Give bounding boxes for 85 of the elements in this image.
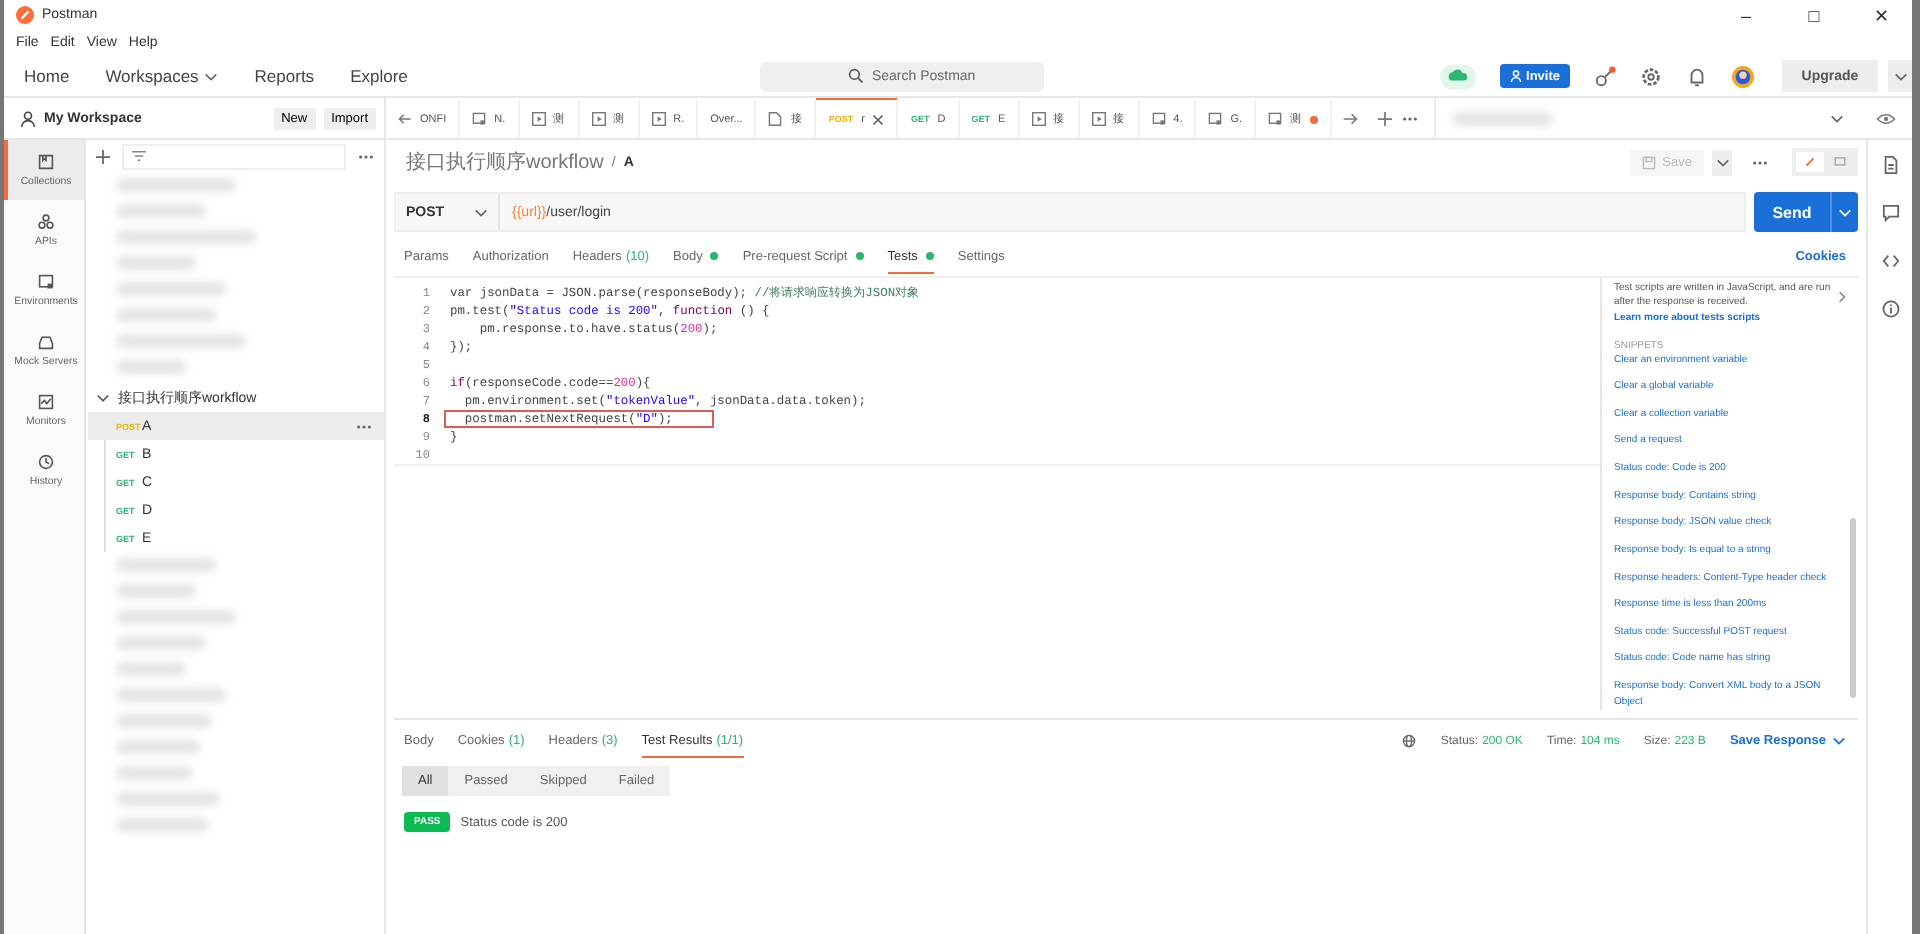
chevron-down-icon xyxy=(1838,207,1852,217)
filter-field[interactable] xyxy=(122,143,346,169)
unsaved-dot xyxy=(1310,115,1319,123)
nodes-icon xyxy=(38,213,54,229)
globe-icon xyxy=(1402,734,1417,748)
postman-logo-icon xyxy=(16,6,34,24)
play-icon xyxy=(531,112,546,126)
maximize-button[interactable]: □ xyxy=(1784,5,1844,25)
blurred-item xyxy=(116,308,216,322)
folder-icon xyxy=(38,153,54,169)
blurred-item xyxy=(116,334,246,348)
play-icon xyxy=(591,112,606,126)
more-icon[interactable] xyxy=(356,423,372,429)
more-icon[interactable] xyxy=(1752,159,1768,165)
blurred-item xyxy=(116,178,236,192)
monitor-icon xyxy=(1151,112,1166,126)
blurred-item xyxy=(116,282,226,296)
play-icon xyxy=(1091,112,1106,126)
person-icon xyxy=(1510,70,1523,82)
blurred-item xyxy=(116,256,196,270)
info-icon[interactable] xyxy=(1881,300,1899,318)
nav-link[interactable]: Reports xyxy=(254,66,315,86)
save-menu-button[interactable] xyxy=(1712,149,1732,175)
blurred-item xyxy=(116,636,206,650)
search-icon xyxy=(847,68,864,84)
blurred-item xyxy=(1452,111,1553,125)
blurred-item xyxy=(116,688,226,702)
code-icon[interactable] xyxy=(1881,252,1899,270)
satellite-icon[interactable] xyxy=(1594,65,1616,87)
avatar-icon[interactable] xyxy=(1732,65,1754,87)
send-button[interactable]: Send xyxy=(1754,192,1830,232)
upgrade-menu-button[interactable] xyxy=(1888,60,1912,92)
document-icon[interactable] xyxy=(1881,156,1899,174)
play-icon xyxy=(1031,112,1046,126)
breadcrumb-link[interactable]: 接口执行顺序workflow xyxy=(406,148,604,176)
blurred-item xyxy=(116,558,216,572)
save-icon xyxy=(1642,155,1657,169)
blurred-item xyxy=(116,230,256,244)
blurred-item xyxy=(116,818,208,832)
server-icon xyxy=(38,333,54,349)
monitor-icon xyxy=(1208,112,1223,126)
blurred-item xyxy=(116,714,212,728)
person-icon xyxy=(20,109,36,127)
chevron-down-icon xyxy=(474,207,488,217)
chart-icon xyxy=(38,393,54,409)
blurred-item xyxy=(116,792,220,806)
nav-link[interactable]: Explore xyxy=(350,66,408,86)
blurred-item xyxy=(116,204,206,218)
history-icon xyxy=(38,453,54,469)
arrow-right-icon[interactable] xyxy=(1342,111,1359,125)
scrollbar[interactable] xyxy=(1850,518,1856,698)
close-button[interactable]: ✕ xyxy=(1852,5,1912,25)
close-icon[interactable] xyxy=(872,113,885,125)
chevron-down-icon xyxy=(1715,157,1729,167)
blurred-item xyxy=(116,740,200,754)
monitor-icon xyxy=(472,112,487,126)
chevron-right-icon[interactable] xyxy=(1838,290,1846,304)
more-icon[interactable] xyxy=(1402,115,1419,121)
settings-icon[interactable] xyxy=(1640,65,1662,87)
add-tab-icon[interactable] xyxy=(1378,111,1393,125)
chevron-down-icon xyxy=(1893,71,1907,81)
eye-icon[interactable] xyxy=(1876,111,1896,125)
play-icon xyxy=(651,112,666,126)
filter-icon xyxy=(132,150,146,162)
monitor-icon xyxy=(38,273,54,289)
more-icon[interactable] xyxy=(358,153,374,159)
blurred-item xyxy=(116,360,186,374)
add-icon[interactable] xyxy=(96,149,110,163)
nav-link[interactable]: Home xyxy=(24,66,70,86)
nav-link[interactable]: Workspaces xyxy=(105,66,219,86)
blurred-item xyxy=(116,766,192,780)
bell-icon[interactable] xyxy=(1686,65,1708,87)
document-icon xyxy=(768,112,783,126)
send-menu-button[interactable] xyxy=(1830,192,1858,232)
minimize-button[interactable]: – xyxy=(1716,5,1776,25)
blurred-item xyxy=(116,584,196,598)
chevron-down-icon[interactable] xyxy=(96,391,110,405)
cloud-sync-icon[interactable] xyxy=(1440,63,1477,89)
chevron-down-icon xyxy=(1832,736,1846,746)
chevron-down-icon xyxy=(1830,113,1844,123)
monitor-icon xyxy=(1268,112,1283,126)
blurred-item xyxy=(116,610,236,624)
blurred-item xyxy=(116,662,186,676)
comment-icon[interactable] xyxy=(1881,204,1899,222)
arrow-left-icon xyxy=(398,112,412,126)
